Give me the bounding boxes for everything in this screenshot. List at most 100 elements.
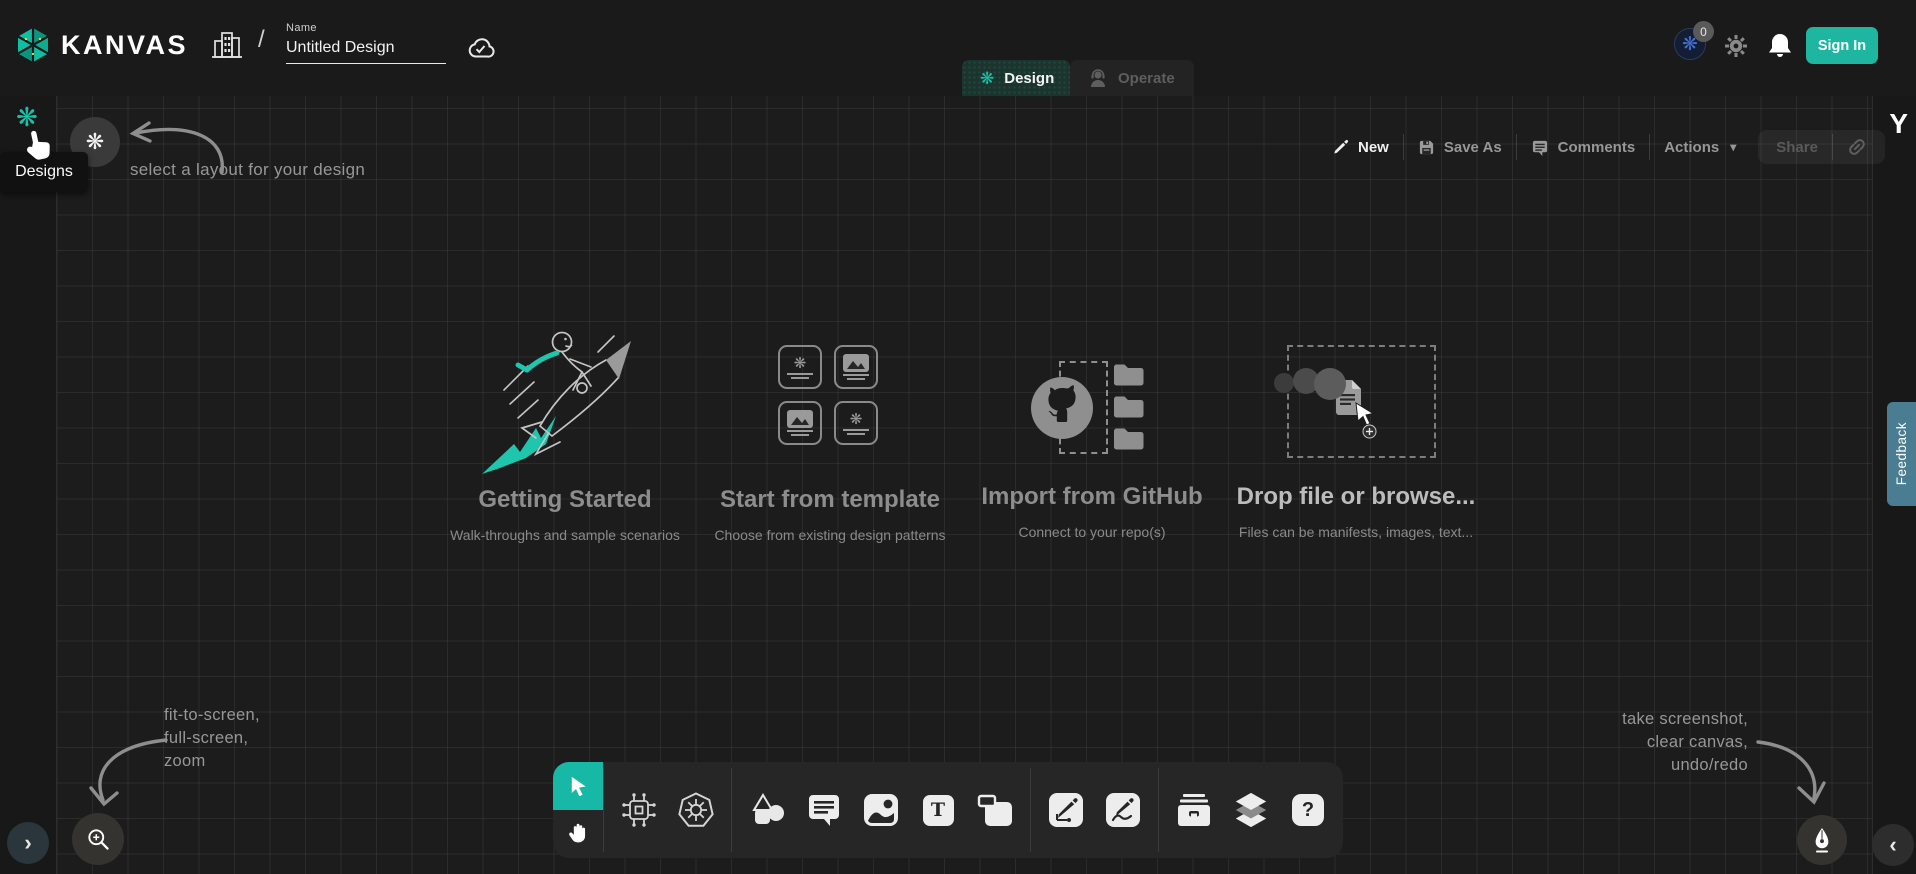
import-from-github-title[interactable]: Import from GitHub: [981, 483, 1202, 511]
share-group: Share: [1758, 130, 1885, 164]
comment-icon: [1531, 139, 1549, 156]
design-name-field: Name: [286, 22, 446, 64]
text-tool-T-glyph: T: [923, 795, 954, 826]
organization-icon[interactable]: [212, 29, 242, 61]
canvas-actions-button[interactable]: [1797, 815, 1847, 865]
actions-dropdown[interactable]: Actions ▾: [1650, 134, 1750, 160]
pencil-arrow-icon: [1049, 793, 1083, 827]
template-card: [778, 401, 822, 445]
text-tool-button[interactable]: T: [920, 792, 956, 828]
breadcrumb-separator: /: [258, 26, 265, 54]
notification-count-badge: 0: [1693, 21, 1714, 42]
template-card: ❋: [834, 401, 878, 445]
copy-link-button[interactable]: [1833, 134, 1881, 160]
operator-headset-icon: [1088, 68, 1108, 88]
app-header: KANVAS / Name ❋ Design: [0, 0, 1916, 96]
notifications-bell-icon[interactable]: [1767, 32, 1793, 60]
cloud-saved-icon: [463, 33, 495, 59]
canvas-tools-toolbar: T: [553, 762, 1343, 858]
new-design-button[interactable]: New: [1332, 134, 1404, 160]
magnifier-plus-icon: [85, 826, 111, 852]
chevron-down-icon: ▾: [1730, 140, 1736, 154]
shapes-icon: [749, 793, 785, 827]
node-shape-tool-button[interactable]: [977, 792, 1013, 828]
template-card: ❋: [778, 345, 822, 389]
node-rectangle-icon: [977, 793, 1013, 827]
layer5-y-logo: Y: [1889, 108, 1908, 140]
expand-left-panel-button[interactable]: ›: [7, 822, 49, 864]
getting-started-title[interactable]: Getting Started: [478, 486, 651, 514]
hand-drawn-arrow-zoom: [86, 726, 170, 812]
screenshot-hint-text: take screenshot, clear canvas, undo/redo: [1622, 708, 1748, 777]
import-from-github-subtitle: Connect to your repo(s): [1018, 524, 1165, 540]
start-from-template-subtitle: Choose from existing design patterns: [714, 527, 945, 543]
collapse-right-panel-button[interactable]: ‹: [1872, 824, 1914, 866]
question-mark-glyph: ?: [1292, 794, 1324, 826]
help-button[interactable]: ?: [1290, 792, 1326, 828]
feedback-label: Feedback: [1894, 422, 1909, 485]
brand-name: KANVAS: [61, 30, 188, 61]
left-panel-rail: [0, 96, 57, 874]
comment-bubble-icon: [807, 793, 841, 827]
history-drawer-button[interactable]: [1176, 792, 1212, 828]
drawer-archive-icon: [1176, 793, 1212, 827]
settings-gear-icon[interactable]: [1724, 34, 1748, 58]
design-tab-icon: ❋: [980, 70, 994, 87]
template-image-icon: [843, 354, 869, 372]
template-grid-illustration[interactable]: ❋ ❋: [778, 345, 878, 445]
zoom-hint-text: fit-to-screen, full-screen, zoom: [164, 704, 260, 773]
link-icon: [1847, 137, 1867, 157]
drag-trail-circle: [1274, 373, 1294, 393]
hand-drawn-arrow-layout: [118, 112, 228, 180]
design-actions-toolbar: New Save As Comments Actions ▾ Share: [1332, 130, 1885, 164]
shapes-tool-button[interactable]: [749, 792, 785, 828]
comments-button[interactable]: Comments: [1517, 134, 1651, 160]
kanvas-app: KANVAS / Name ❋ Design: [0, 0, 1916, 874]
save-as-button[interactable]: Save As: [1404, 134, 1517, 160]
share-button[interactable]: Share: [1762, 134, 1833, 160]
start-from-template-title[interactable]: Start from template: [720, 486, 940, 514]
layers-tool-button[interactable]: [1233, 792, 1269, 828]
image-icon: [864, 794, 898, 826]
tab-design[interactable]: ❋ Design: [962, 60, 1070, 96]
feedback-tab[interactable]: Feedback: [1887, 402, 1916, 506]
comment-tool-button[interactable]: [806, 792, 842, 828]
floppy-save-icon: [1418, 139, 1435, 156]
freehand-draw-tool-button[interactable]: [1105, 792, 1141, 828]
zoom-controls-button[interactable]: [72, 813, 124, 865]
getting-started-subtitle: Walk-throughs and sample scenarios: [450, 527, 680, 543]
pencil-squiggle-icon: [1106, 793, 1140, 827]
folder-icon: [1113, 362, 1144, 386]
getting-started-rocket-illustration[interactable]: [478, 326, 658, 478]
component-tool-button[interactable]: [621, 792, 657, 828]
drop-file-subtitle: Files can be manifests, images, text...: [1239, 524, 1473, 540]
kanvas-logo[interactable]: KANVAS: [14, 26, 188, 64]
hand-drawn-arrow-screenshot: [1752, 732, 1830, 810]
template-flower-icon: ❋: [794, 356, 807, 371]
layout-flower-icon: ❋: [86, 131, 104, 153]
github-logo-icon[interactable]: [1030, 376, 1094, 440]
tab-operate[interactable]: Operate: [1070, 60, 1194, 96]
sign-in-button[interactable]: Sign In: [1806, 27, 1878, 64]
folder-icon: [1113, 426, 1144, 450]
cursor-arrow-icon: [567, 775, 590, 798]
select-tool-button[interactable]: [553, 762, 603, 810]
kanvas-hexagon-icon: [14, 26, 52, 64]
kubernetes-tool-button[interactable]: [678, 792, 714, 828]
design-name-input[interactable]: [286, 37, 446, 64]
operate-tab-label: Operate: [1118, 70, 1175, 87]
pan-tool-button[interactable]: [553, 810, 603, 858]
kubernetes-helm-icon: [678, 791, 714, 829]
circuit-component-icon: [621, 792, 657, 828]
edge-draw-tool-button[interactable]: [1048, 792, 1084, 828]
image-tool-button[interactable]: [863, 792, 899, 828]
pen-nib-icon: [1810, 826, 1834, 854]
drag-trail-circle: [1314, 368, 1346, 400]
drop-file-title[interactable]: Drop file or browse...: [1237, 483, 1476, 511]
chevron-right-icon: ›: [24, 832, 31, 854]
design-tab-label: Design: [1004, 70, 1054, 87]
add-plus-badge-icon: [1362, 424, 1377, 439]
template-image-icon: [787, 410, 813, 428]
layers-stack-icon: [1233, 791, 1269, 829]
template-card: [834, 345, 878, 389]
